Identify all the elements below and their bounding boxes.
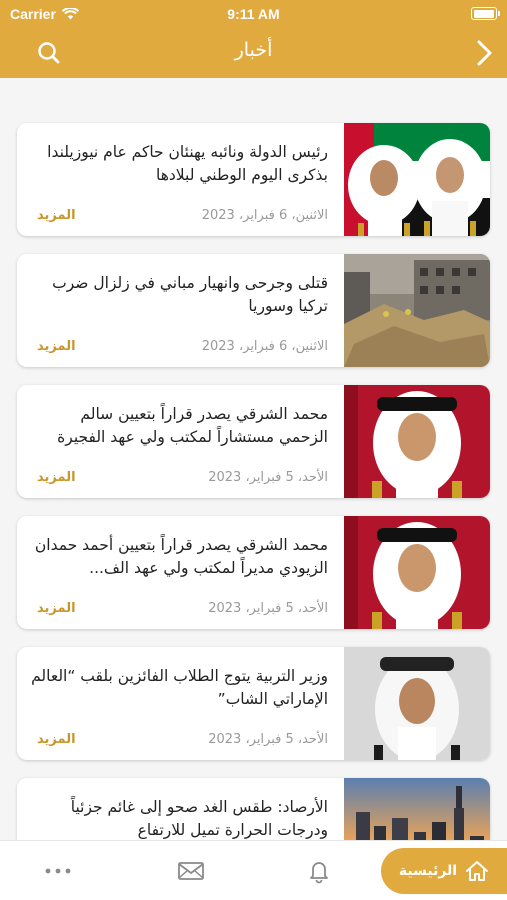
news-headline: محمد الشرقي يصدر قراراً بتعيين أحمد حمدا…	[34, 536, 328, 577]
nav-bar: أخبار	[0, 28, 507, 78]
home-icon	[466, 861, 489, 881]
news-card[interactable]: الأرصاد: طقس الغد صحو إلى غائم جزئياً ود…	[17, 778, 490, 840]
clock: 9:11 AM	[227, 6, 280, 22]
news-date: الاثنين، 6 فبراير، 2023	[201, 208, 328, 223]
news-thumbnail	[344, 254, 490, 367]
chevron-right-icon[interactable]	[473, 39, 495, 67]
news-date: الأحد، 5 فبراير، 2023	[208, 732, 328, 747]
tab-bar: الرئيسية	[0, 840, 507, 900]
news-thumbnail	[344, 516, 490, 629]
news-date: الاثنين، 6 فبراير، 2023	[201, 339, 328, 354]
news-headline: الأرصاد: طقس الغد صحو إلى غائم جزئياً ود…	[70, 798, 328, 839]
more-link[interactable]: المزيد	[37, 601, 76, 616]
bell-icon[interactable]	[305, 858, 333, 884]
more-link[interactable]: المزيد	[37, 732, 76, 747]
news-thumbnail	[344, 123, 490, 236]
news-date: الأحد، 5 فبراير، 2023	[208, 470, 328, 485]
news-thumbnail	[344, 385, 490, 498]
more-link[interactable]: المزيد	[37, 470, 76, 485]
news-card[interactable]: محمد الشرقي يصدر قراراً بتعيين سالم الزح…	[17, 385, 490, 498]
page-title: أخبار	[234, 39, 273, 61]
status-bar: Carrier 9:11 AM	[0, 0, 507, 28]
news-thumbnail	[344, 647, 490, 760]
news-card[interactable]: محمد الشرقي يصدر قراراً بتعيين أحمد حمدا…	[17, 516, 490, 629]
envelope-icon[interactable]	[177, 858, 205, 884]
more-link[interactable]: المزيد	[37, 339, 76, 354]
news-headline: قتلى وجرحى وانهيار مباني في زلزال ضرب تر…	[52, 274, 328, 315]
home-tab-label: الرئيسية	[398, 863, 458, 879]
more-dots-icon[interactable]	[44, 858, 72, 884]
news-card[interactable]: قتلى وجرحى وانهيار مباني في زلزال ضرب تر…	[17, 254, 490, 367]
news-headline: وزير التربية يتوج الطلاب الفائزين بلقب “…	[31, 667, 328, 708]
news-card[interactable]: رئيس الدولة ونائبه يهنئان حاكم عام نيوزي…	[17, 123, 490, 236]
news-headline: رئيس الدولة ونائبه يهنئان حاكم عام نيوزي…	[47, 143, 328, 184]
more-link[interactable]: المزيد	[37, 208, 76, 223]
news-card[interactable]: وزير التربية يتوج الطلاب الفائزين بلقب “…	[17, 647, 490, 760]
news-headline: محمد الشرقي يصدر قراراً بتعيين سالم الزح…	[57, 405, 328, 446]
news-thumbnail	[344, 778, 490, 840]
home-tab-button[interactable]: الرئيسية	[381, 848, 507, 894]
news-feed[interactable]: رئيس الدولة ونائبه يهنئان حاكم عام نيوزي…	[0, 78, 507, 840]
battery-icon	[471, 7, 500, 20]
news-date: الأحد، 5 فبراير، 2023	[208, 601, 328, 616]
